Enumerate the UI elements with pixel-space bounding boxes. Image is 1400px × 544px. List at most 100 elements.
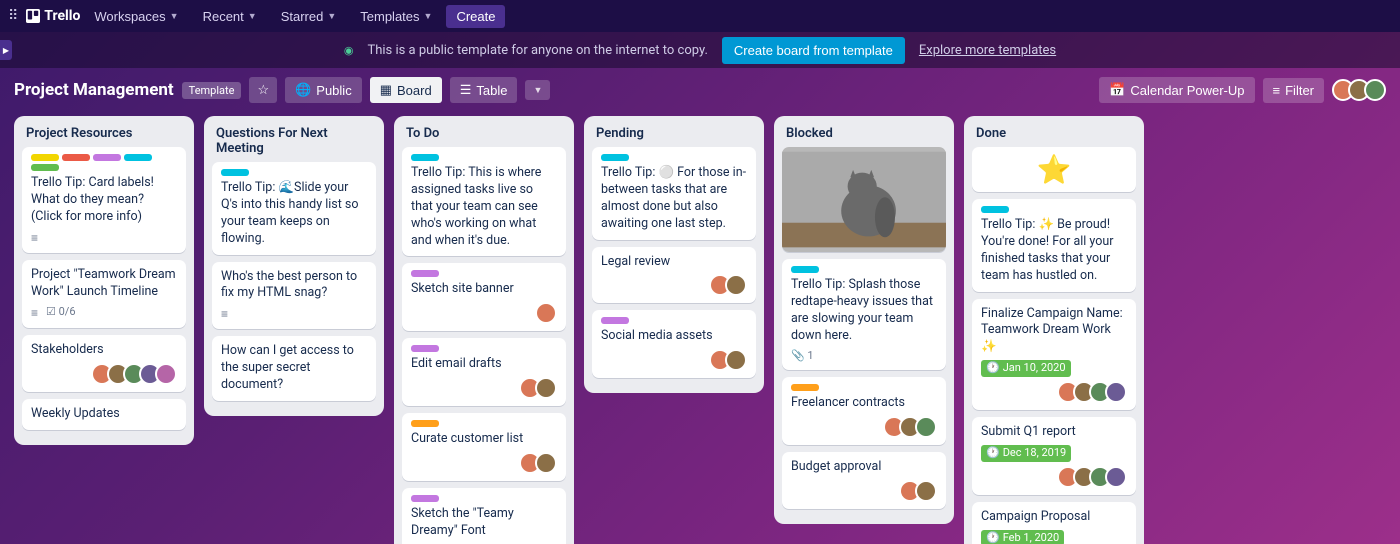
card[interactable]: Freelancer contracts (782, 377, 946, 445)
avatar[interactable] (535, 302, 557, 324)
card-text: Trello Tip: ⚪ For those in-between tasks… (601, 165, 747, 233)
card[interactable]: Who's the best person to fix my HTML sna… (212, 262, 376, 330)
card[interactable]: Sketch the "Teamy Dreamy" Font (402, 488, 566, 544)
card[interactable]: Trello Tip: ⚪ For those in-between tasks… (592, 147, 756, 240)
label-purple[interactable] (411, 495, 439, 502)
card[interactable]: Trello Tip: ✨ Be proud! You're done! For… (972, 199, 1136, 292)
card[interactable]: Sketch site banner (402, 263, 566, 331)
card-labels (221, 169, 367, 176)
card[interactable]: How can I get access to the super secret… (212, 336, 376, 401)
card[interactable]: Trello Tip: Splash those redtape-heavy i… (782, 259, 946, 370)
card[interactable]: Stakeholders (22, 335, 186, 392)
list-title[interactable]: To Do (402, 124, 566, 147)
label-sky[interactable] (124, 154, 152, 161)
label-sky[interactable] (791, 266, 819, 273)
avatar[interactable] (725, 349, 747, 371)
attachment-badge: 📎 1 (791, 349, 814, 364)
card[interactable]: ⭐ (972, 147, 1136, 192)
card[interactable]: Edit email drafts (402, 338, 566, 406)
card[interactable] (782, 147, 946, 252)
card-text: Trello Tip: Splash those redtape-heavy i… (791, 277, 937, 345)
card-labels (411, 345, 557, 352)
card-text: Curate customer list (411, 431, 557, 448)
card[interactable]: Weekly Updates (22, 399, 186, 430)
chevron-down-icon: ▼ (424, 11, 433, 21)
avatar[interactable] (535, 377, 557, 399)
list-title[interactable]: Pending (592, 124, 756, 147)
label-orange[interactable] (411, 420, 439, 427)
label-purple[interactable] (601, 317, 629, 324)
card[interactable]: Social media assets (592, 310, 756, 378)
label-green[interactable] (31, 164, 59, 171)
card[interactable]: Trello Tip: This is where assigned tasks… (402, 147, 566, 256)
avatar[interactable] (1105, 381, 1127, 403)
list-title[interactable]: Blocked (782, 124, 946, 147)
powerup-button[interactable]: 📅Calendar Power-Up (1099, 77, 1254, 103)
card[interactable]: Trello Tip: 🌊Slide your Q's into this ha… (212, 162, 376, 255)
card[interactable]: Budget approval (782, 452, 946, 509)
card-text: Sketch the "Teamy Dreamy" Font (411, 506, 557, 540)
visibility-button[interactable]: 🌐Public (285, 77, 362, 103)
filter-button[interactable]: ≡Filter (1263, 78, 1324, 103)
label-purple[interactable] (411, 270, 439, 277)
card[interactable]: Finalize Campaign Name: Teamwork Dream W… (972, 299, 1136, 411)
card-members (31, 363, 177, 385)
card-text: Budget approval (791, 459, 937, 476)
list-title[interactable]: Done (972, 124, 1136, 147)
card-text: Who's the best person to fix my HTML sna… (221, 269, 367, 303)
label-orange[interactable] (791, 384, 819, 391)
nav-recent[interactable]: Recent▼ (193, 5, 267, 28)
list-title[interactable]: Questions For Next Meeting (212, 124, 376, 162)
template-banner: ▶ ◉ This is a public template for anyone… (0, 32, 1400, 68)
label-sky[interactable] (601, 154, 629, 161)
card-text: Legal review (601, 254, 747, 271)
card[interactable]: Trello Tip: Card labels! What do they me… (22, 147, 186, 253)
view-more-button[interactable]: ▼ (525, 80, 550, 100)
create-board-button[interactable]: Create board from template (722, 37, 905, 64)
card-text: Stakeholders (31, 342, 177, 359)
view-table-button[interactable]: ☰Table (450, 77, 518, 103)
board-members[interactable] (1332, 79, 1386, 101)
card[interactable]: Legal review (592, 247, 756, 304)
card[interactable]: Project "Teamwork Dream Work" Launch Tim… (22, 260, 186, 328)
due-date-badge[interactable]: 🕐Feb 1, 2020 (981, 530, 1064, 544)
globe-icon: 🌐 (295, 82, 311, 98)
label-yellow[interactable] (31, 154, 59, 161)
list-title[interactable]: Project Resources (22, 124, 186, 147)
label-sky[interactable] (411, 154, 439, 161)
star-cover: ⭐ (972, 147, 1136, 192)
due-date-badge[interactable]: 🕐Jan 10, 2020 (981, 360, 1071, 377)
avatar[interactable] (725, 274, 747, 296)
card[interactable]: Campaign Proposal🕐Feb 1, 2020 (972, 502, 1136, 544)
avatar[interactable] (155, 363, 177, 385)
avatar[interactable] (915, 416, 937, 438)
create-button[interactable]: Create (446, 5, 505, 28)
nav-templates[interactable]: Templates▼ (350, 5, 442, 28)
due-date-badge[interactable]: 🕐Dec 18, 2019 (981, 445, 1071, 462)
label-purple[interactable] (411, 345, 439, 352)
list: Blocked Trello Tip: Splash those redtape-… (774, 116, 954, 524)
apps-icon[interactable]: ⠿ (8, 8, 18, 24)
card-members (601, 349, 747, 371)
card[interactable]: Submit Q1 report🕐Dec 18, 2019 (972, 417, 1136, 495)
card-members (981, 466, 1127, 488)
globe-icon: ◉ (344, 44, 354, 57)
star-button[interactable]: ☆ (249, 77, 277, 103)
nav-workspaces[interactable]: Workspaces▼ (84, 5, 188, 28)
trello-logo[interactable]: Trello (26, 8, 80, 24)
view-board-button[interactable]: ▦Board (370, 77, 442, 103)
board-icon: ▦ (380, 82, 392, 98)
avatar[interactable] (1105, 466, 1127, 488)
expand-sidebar-tab[interactable]: ▶ (0, 40, 12, 60)
label-purple[interactable] (93, 154, 121, 161)
avatar[interactable] (535, 452, 557, 474)
card[interactable]: Curate customer list (402, 413, 566, 481)
label-sky[interactable] (981, 206, 1009, 213)
avatar[interactable] (915, 480, 937, 502)
board-canvas[interactable]: Project ResourcesTrello Tip: Card labels… (0, 112, 1400, 544)
nav-starred[interactable]: Starred▼ (271, 5, 347, 28)
label-red[interactable] (62, 154, 90, 161)
label-sky[interactable] (221, 169, 249, 176)
list: Done⭐ Trello Tip: ✨ Be proud! You're done… (964, 116, 1144, 544)
explore-templates-link[interactable]: Explore more templates (919, 43, 1056, 58)
